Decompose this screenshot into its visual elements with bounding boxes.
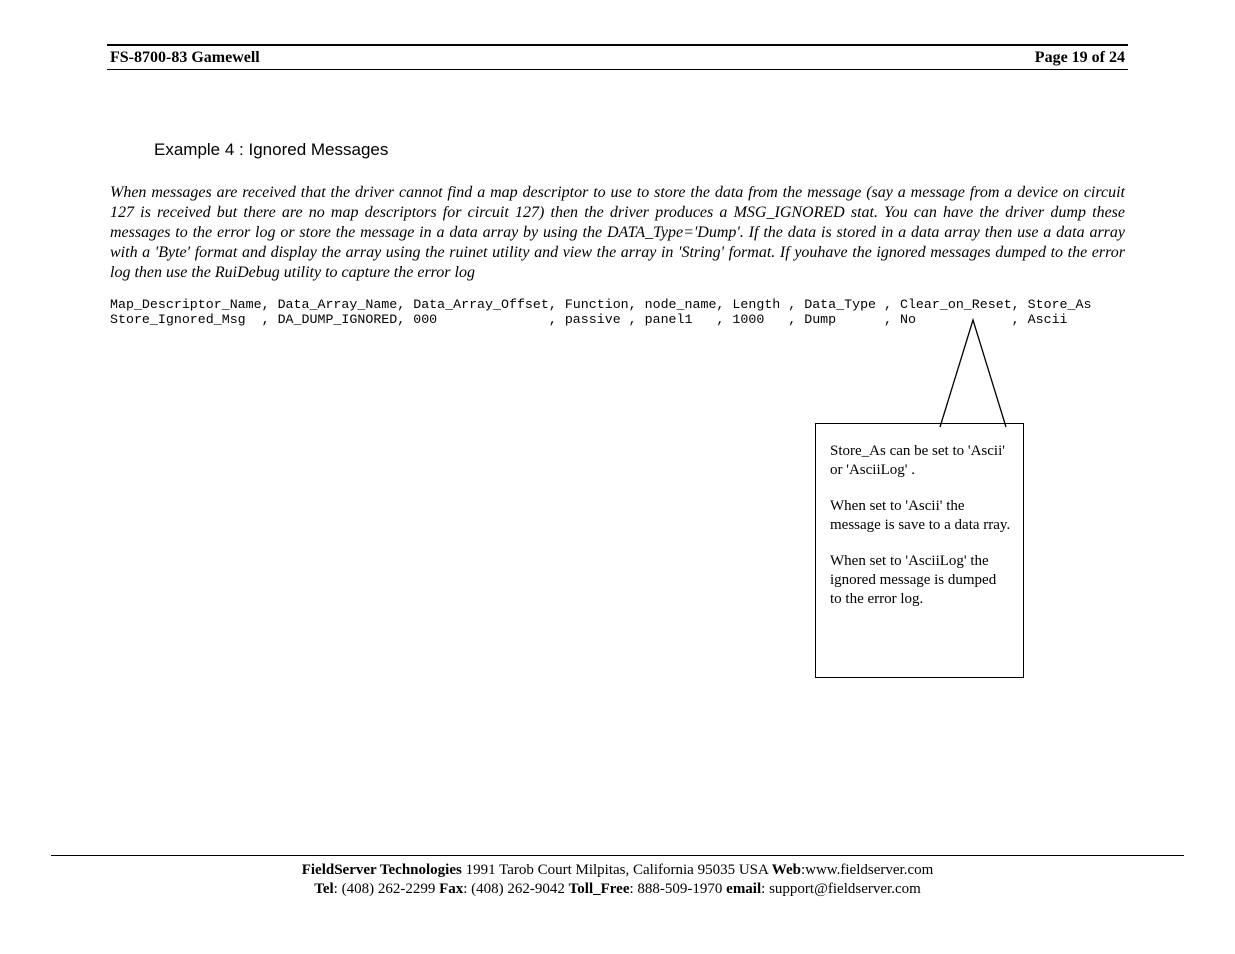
callout-pointer: [938, 317, 1008, 429]
footer-tel-value: : (408) 262-2299: [334, 881, 439, 897]
footer-tollfree-value: : 888-509-1970: [629, 881, 726, 897]
body-paragraph: When messages are received that the driv…: [110, 183, 1125, 283]
header-top-rule: [107, 44, 1128, 46]
footer-rule: [51, 855, 1184, 856]
footer-company: FieldServer Technologies: [302, 862, 462, 878]
footer-email-value: : support@fieldserver.com: [761, 881, 921, 897]
footer-tel-label: Tel: [314, 881, 333, 897]
code-line-1: Map_Descriptor_Name, Data_Array_Name, Da…: [110, 297, 1091, 312]
code-line-2: Store_Ignored_Msg , DA_DUMP_IGNORED, 000…: [110, 312, 1068, 327]
footer-address: 1991 Tarob Court Milpitas, California 95…: [462, 862, 772, 878]
header-right: Page 19 of 24: [1035, 49, 1125, 67]
callout-p2: When set to 'Ascii' the message is save …: [830, 497, 1011, 535]
header-left: FS-8700-83 Gamewell: [110, 49, 260, 67]
callout-p3: When set to 'AsciiLog' the ignored messa…: [830, 552, 1011, 609]
callout-p1: Store_As can be set to 'Ascii' or 'Ascii…: [830, 442, 1011, 480]
footer-fax-value: : (408) 262-9042: [463, 881, 568, 897]
page-footer: FieldServer Technologies 1991 Tarob Cour…: [51, 861, 1184, 899]
document-page: FS-8700-83 Gamewell Page 19 of 24 Exampl…: [0, 0, 1235, 954]
header-bottom-rule: [107, 69, 1128, 70]
callout-box: Store_As can be set to 'Ascii' or 'Ascii…: [815, 423, 1024, 678]
footer-tollfree-label: Toll_Free: [569, 881, 630, 897]
page-header: FS-8700-83 Gamewell Page 19 of 24: [110, 49, 1125, 67]
footer-web-value: :www.fieldserver.com: [801, 862, 933, 878]
footer-fax-label: Fax: [439, 881, 463, 897]
example-heading: Example 4 : Ignored Messages: [154, 140, 388, 160]
footer-email-label: email: [726, 881, 761, 897]
footer-web-label: Web: [772, 862, 801, 878]
code-block: Map_Descriptor_Name, Data_Array_Name, Da…: [110, 297, 1091, 327]
